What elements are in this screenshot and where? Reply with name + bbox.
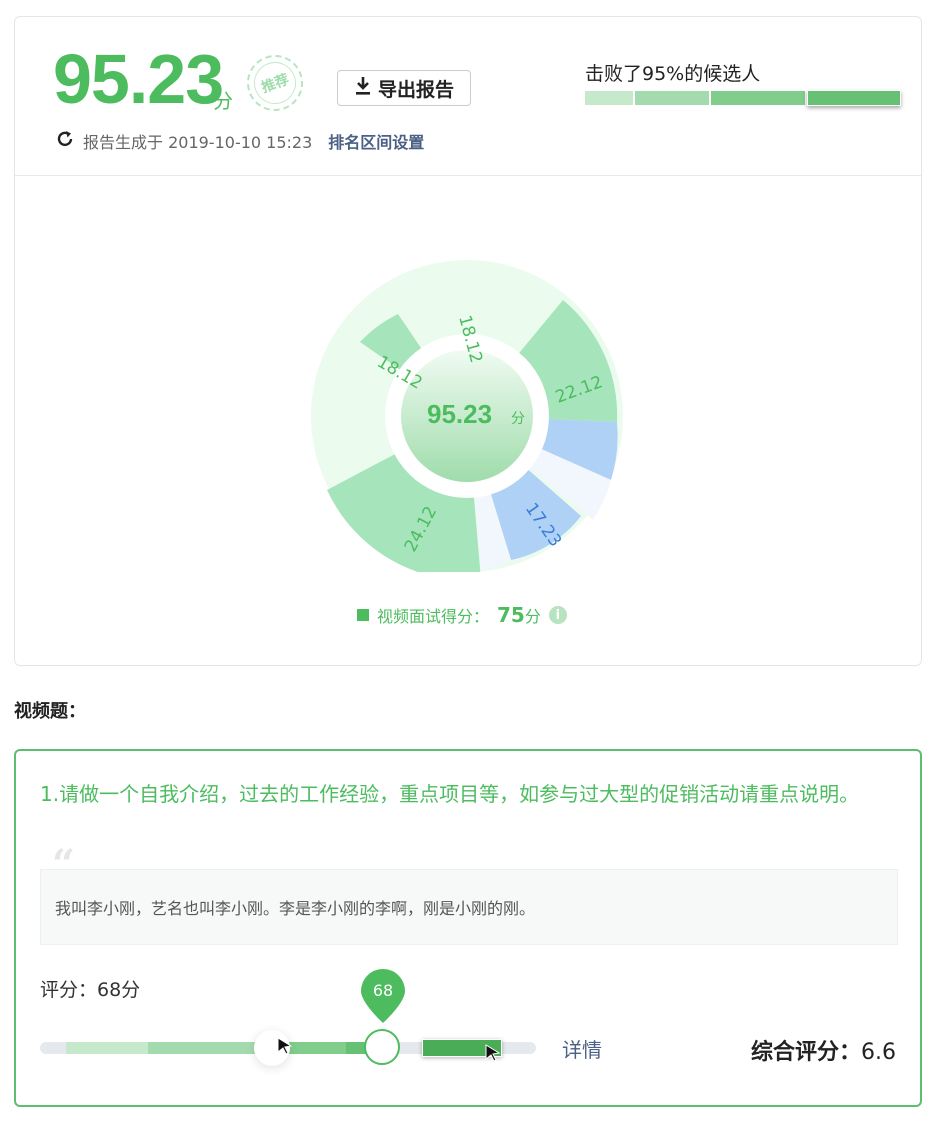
section-title: 视频题： bbox=[14, 701, 86, 722]
report-generated-row: 报告生成于 2019-10-10 15:23 排名区间设置 bbox=[55, 129, 424, 153]
overall-score: 综合评分：6.6 bbox=[751, 1034, 896, 1066]
cursor-icon bbox=[277, 1037, 293, 1055]
answer-text: 我叫李小刚，艺名也叫李小刚。李是李小刚的李啊，刚是小刚的刚。 bbox=[40, 869, 898, 945]
question-card: 1.请做一个自我介绍，过去的工作经验，重点项目等，如参与过大型的促销活动请重点说… bbox=[14, 749, 922, 1107]
score-card: 95.23 分 推荐 导出报告 报告生成于 2019-10-10 15:23 排… bbox=[14, 16, 922, 666]
rating-label: 评分：68分 bbox=[40, 979, 141, 1001]
slider-value-label: 68 bbox=[372, 981, 394, 1000]
score-unit: 分 bbox=[213, 89, 233, 113]
overall-label: 综合评分： bbox=[750, 1040, 861, 1065]
chart-legend: 视频面试得分： 75分 i bbox=[357, 603, 567, 627]
rank-range-setting-link[interactable]: 排名区间设置 bbox=[328, 129, 424, 153]
overall-value: 6.6 bbox=[861, 1040, 896, 1065]
score-pie-chart: 18.12 18.12 22.12 17.23 24.12 95.23 分 bbox=[311, 260, 623, 581]
export-report-button[interactable]: 导出报告 bbox=[337, 70, 471, 106]
legend-unit: 分 bbox=[524, 607, 541, 626]
download-icon bbox=[354, 76, 372, 101]
beat-progress-bar bbox=[585, 90, 901, 107]
question-text: 1.请做一个自我介绍，过去的工作经验，重点项目等，如参与过大型的促销活动请重点说… bbox=[40, 782, 860, 806]
recommend-stamp: 推荐 bbox=[239, 47, 311, 119]
slider-thumb[interactable] bbox=[364, 1029, 400, 1065]
generated-time: 报告生成于 2019-10-10 15:23 bbox=[83, 133, 313, 152]
refresh-icon[interactable] bbox=[55, 129, 75, 153]
beat-candidates-text: 击败了95%的候选人 bbox=[585, 63, 761, 85]
recommend-stamp-text: 推荐 bbox=[259, 71, 292, 97]
legend-swatch bbox=[357, 609, 369, 621]
total-score: 95.23 bbox=[53, 40, 224, 118]
center-unit: 分 bbox=[511, 411, 525, 427]
detail-link[interactable]: 详情 bbox=[562, 1034, 602, 1063]
export-report-label: 导出报告 bbox=[377, 78, 454, 101]
cursor-icon bbox=[485, 1044, 501, 1062]
legend-label: 视频面试得分： bbox=[377, 607, 490, 626]
legend-value: 75 bbox=[497, 603, 525, 627]
card-divider bbox=[15, 175, 921, 176]
center-score: 95.23 bbox=[427, 399, 492, 429]
info-icon[interactable]: i bbox=[548, 606, 567, 624]
